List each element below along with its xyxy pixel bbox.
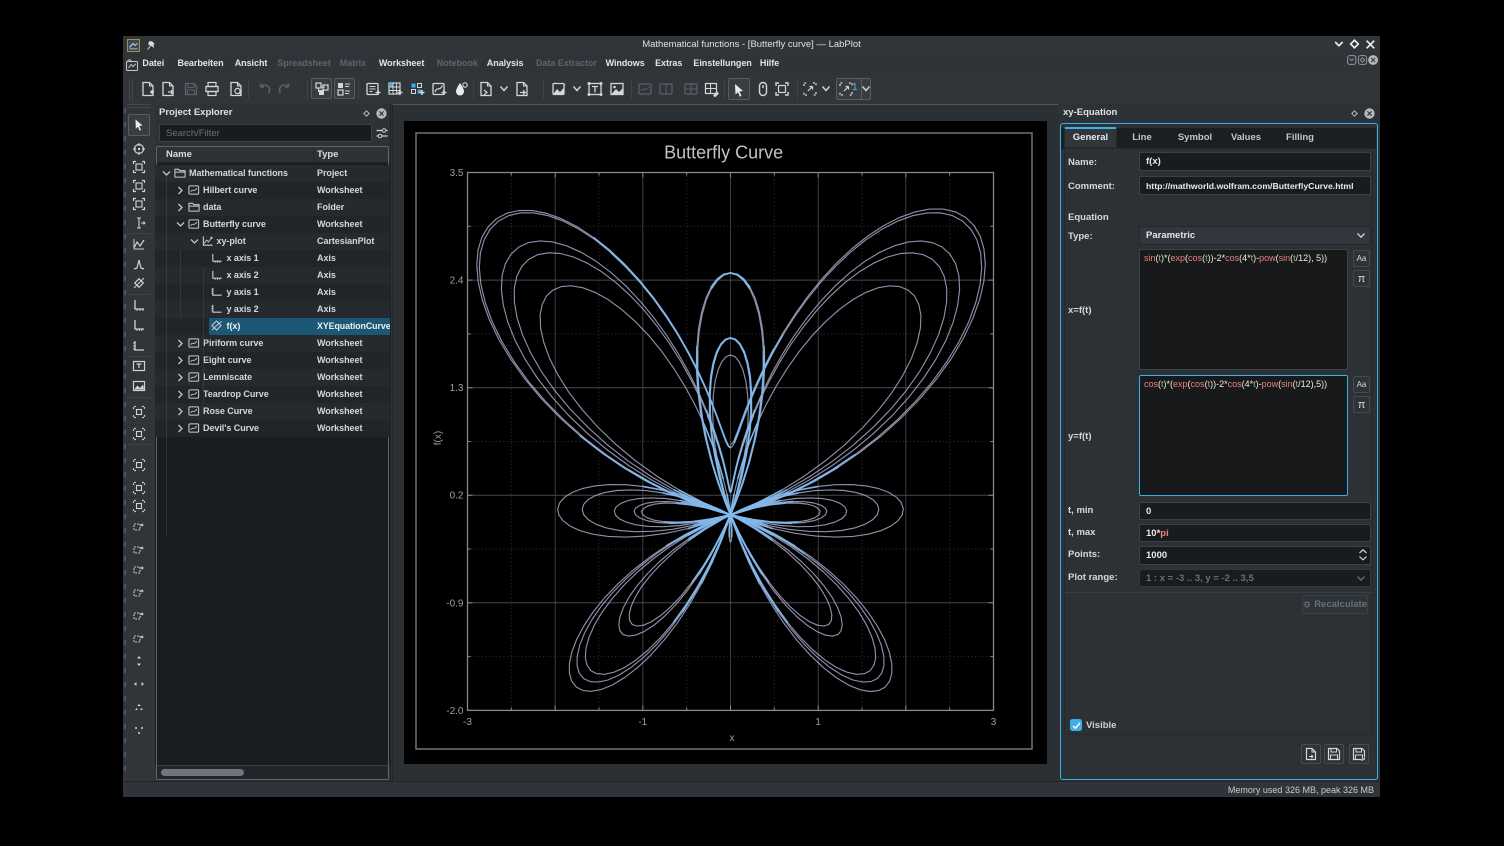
svg-text:2.4: 2.4 — [450, 276, 464, 287]
svg-text:x: x — [730, 733, 735, 744]
svg-text:0.2: 0.2 — [450, 491, 464, 502]
svg-text:-0.9: -0.9 — [446, 598, 464, 609]
svg-text:-1: -1 — [638, 717, 647, 728]
svg-text:-3: -3 — [463, 717, 472, 728]
svg-text:3: 3 — [991, 717, 997, 728]
svg-text:1.3: 1.3 — [450, 383, 464, 394]
svg-text:1: 1 — [815, 717, 821, 728]
svg-text:3.5: 3.5 — [450, 168, 464, 179]
svg-text:f(x): f(x) — [433, 431, 444, 445]
svg-text:Butterfly Curve: Butterfly Curve — [664, 143, 783, 163]
svg-text:-2.0: -2.0 — [446, 706, 464, 717]
